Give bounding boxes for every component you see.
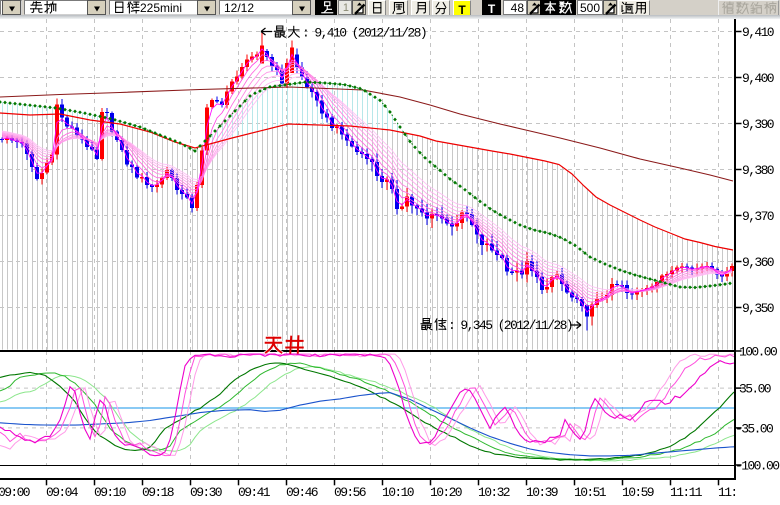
svg-text:10:51: 10:51	[574, 485, 607, 500]
svg-text:09:46: 09:46	[286, 485, 318, 500]
svg-text:: 9,410 (2012/11/28): : 9,410 (2012/11/28)	[302, 26, 426, 41]
svg-text:10:39: 10:39	[526, 485, 558, 500]
svg-text:9,380: 9,380	[742, 163, 774, 178]
svg-text:-100.00: -100.00	[735, 459, 779, 474]
svg-text:9,350: 9,350	[742, 301, 774, 316]
svg-text:9,410: 9,410	[742, 25, 774, 40]
svg-text:09:56: 09:56	[334, 485, 366, 500]
svg-text:10:32: 10:32	[478, 485, 510, 500]
svg-text:10:10: 10:10	[382, 485, 414, 500]
svg-text:09:30: 09:30	[190, 485, 222, 500]
svg-text:100.00: 100.00	[739, 345, 777, 360]
svg-text:9,370: 9,370	[742, 209, 774, 224]
svg-text:: 9,345 (2012/11/28): : 9,345 (2012/11/28)	[448, 318, 572, 333]
svg-text:-35.00: -35.00	[735, 421, 773, 436]
svg-text:35.00: 35.00	[739, 382, 771, 397]
svg-text:09:41: 09:41	[238, 485, 271, 500]
svg-text:09:10: 09:10	[94, 485, 126, 500]
svg-text:9,390: 9,390	[742, 117, 774, 132]
svg-text:10:59: 10:59	[622, 485, 654, 500]
svg-text:10:20: 10:20	[430, 485, 462, 500]
svg-text:09:18: 09:18	[142, 485, 174, 500]
svg-text:09:04: 09:04	[46, 485, 79, 500]
svg-text:11:11: 11:11	[670, 485, 703, 500]
svg-text:9,400: 9,400	[742, 71, 774, 86]
svg-text:09:00: 09:00	[0, 485, 30, 500]
svg-text:9,360: 9,360	[742, 255, 774, 270]
